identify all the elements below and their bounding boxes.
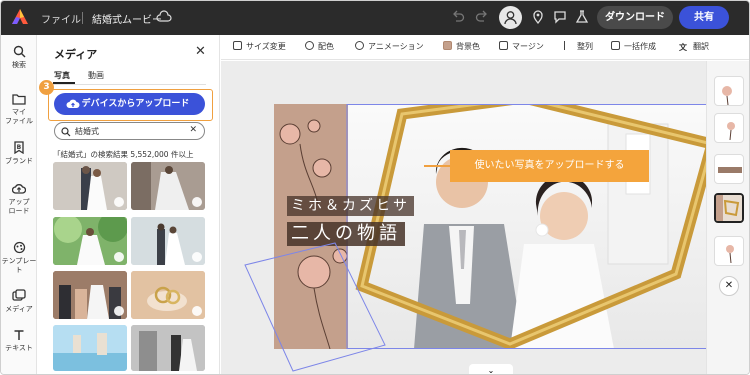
rail-label: テキスト bbox=[5, 344, 33, 352]
share-button[interactable]: 共有 bbox=[679, 6, 729, 29]
design-toolbar: サイズ変更 配色 アニメーション 背景色 マージン 整列 一括作成 文翻訳 bbox=[221, 35, 749, 60]
upload-cloud-icon bbox=[66, 99, 80, 108]
premium-badge-icon bbox=[192, 306, 202, 316]
template-icon bbox=[13, 241, 25, 254]
rail-item-my-files[interactable]: マイ ファイル bbox=[1, 93, 37, 126]
photo-thumbnail[interactable] bbox=[131, 217, 205, 265]
comment-icon[interactable] bbox=[553, 9, 567, 25]
upload-icon bbox=[12, 184, 26, 194]
rotated-selection-outline bbox=[244, 242, 386, 372]
scene-strip: ✕ bbox=[706, 61, 749, 374]
rail-item-template[interactable]: テンプレート bbox=[1, 241, 37, 275]
tab-videos[interactable]: 動画 bbox=[88, 70, 104, 81]
upload-from-device-button[interactable]: デバイスからアップロード bbox=[54, 93, 205, 115]
tab-photos[interactable]: 写真 bbox=[54, 70, 70, 81]
search-icon bbox=[61, 127, 71, 137]
scene-preview-image bbox=[727, 122, 735, 141]
redo-icon[interactable] bbox=[475, 9, 489, 25]
tool-translate[interactable]: 文翻訳 bbox=[679, 41, 709, 52]
scene-thumbnail[interactable] bbox=[714, 154, 744, 184]
tool-bulk-create[interactable]: 一括作成 bbox=[611, 41, 656, 52]
beach-wedding-image bbox=[53, 325, 127, 371]
rail-item-brand[interactable]: B ブランド bbox=[1, 141, 37, 166]
photo-thumbnail[interactable] bbox=[53, 162, 127, 210]
tool-align[interactable]: 整列 bbox=[564, 41, 593, 52]
rail-item-search[interactable]: 検索 bbox=[1, 45, 37, 70]
flask-icon[interactable] bbox=[575, 9, 589, 25]
tool-background-color[interactable]: 背景色 bbox=[443, 41, 480, 52]
premium-badge-icon bbox=[192, 252, 202, 262]
photo-thumbnail[interactable] bbox=[53, 271, 127, 319]
rail-label: 検索 bbox=[12, 61, 26, 69]
rail-label: ブランド bbox=[5, 157, 33, 165]
callout-connector bbox=[424, 165, 450, 167]
download-button[interactable]: ダウンロード bbox=[597, 6, 673, 29]
tool-resize[interactable]: サイズ変更 bbox=[233, 41, 286, 52]
photo-thumbnail[interactable] bbox=[53, 325, 127, 371]
rail-label: マイ ファイル bbox=[5, 108, 33, 125]
step-number-badge: 3 bbox=[39, 80, 54, 95]
search-query: 結婚式 bbox=[75, 127, 99, 136]
file-menu[interactable]: ファイル bbox=[41, 11, 81, 26]
text-icon bbox=[14, 330, 24, 340]
folder-icon bbox=[12, 94, 26, 105]
search-result-count: 「結婚式」の検索結果 5,552,000 件以上 bbox=[53, 150, 194, 159]
scene-thumbnail[interactable] bbox=[714, 76, 744, 106]
design-names-text[interactable]: ミホ＆カズヒサ bbox=[287, 196, 414, 216]
scene-thumbnail[interactable] bbox=[714, 236, 744, 266]
timeline-toggle[interactable]: ⌄ bbox=[469, 364, 513, 375]
tab-active-indicator bbox=[53, 82, 75, 84]
svg-text:B: B bbox=[17, 144, 22, 151]
upload-instruction-callout: 使いたい写真をアップロードする bbox=[450, 150, 649, 182]
close-icon[interactable]: ✕ bbox=[719, 276, 739, 296]
premium-badge-icon bbox=[114, 197, 124, 207]
photo-thumbnail[interactable] bbox=[53, 217, 127, 265]
upload-button-label: デバイスからアップロード bbox=[81, 99, 190, 109]
rail-label: メディア bbox=[5, 305, 33, 313]
top-bar: ファイル 結婚式ムービー ダウンロード 共有 bbox=[1, 1, 749, 35]
tab-divider bbox=[53, 84, 206, 85]
rail-item-text[interactable]: テキスト bbox=[1, 329, 37, 353]
rail-label: テンプレート bbox=[1, 257, 37, 274]
scene-thumbnail[interactable] bbox=[714, 113, 744, 143]
photo-thumbnail[interactable] bbox=[131, 325, 205, 371]
close-icon[interactable]: ✕ bbox=[195, 44, 206, 59]
app-logo-icon[interactable] bbox=[11, 8, 29, 26]
undo-icon[interactable] bbox=[451, 9, 465, 25]
scene-thumbnail-active[interactable] bbox=[714, 193, 744, 223]
left-rail: 検索 マイ ファイル B ブランド アップ ロード テンプレート メディア テキ… bbox=[1, 35, 37, 374]
user-icon bbox=[504, 11, 517, 25]
premium-badge-icon bbox=[114, 306, 124, 316]
photo-thumbnail[interactable] bbox=[131, 162, 205, 210]
rail-label: アップ ロード bbox=[8, 198, 30, 215]
clear-search-icon[interactable]: ✕ bbox=[189, 125, 197, 135]
media-icon bbox=[12, 289, 26, 301]
chapel-wedding-image bbox=[131, 325, 205, 371]
premium-badge-icon bbox=[114, 252, 124, 262]
premium-badge-icon bbox=[192, 197, 202, 207]
rail-item-media[interactable]: メディア bbox=[1, 289, 37, 314]
search-icon bbox=[13, 45, 25, 58]
scene-preview-image bbox=[726, 245, 734, 264]
canvas-area: ミホ＆カズヒサ 二人の物語 使いたい写真をアップロードする ⌄ bbox=[221, 61, 708, 375]
project-title[interactable]: 結婚式ムービー bbox=[92, 11, 162, 26]
tool-margin[interactable]: マージン bbox=[499, 41, 544, 52]
tool-color-scheme[interactable]: 配色 bbox=[305, 41, 334, 52]
scene-preview-image bbox=[722, 86, 732, 105]
panel-title: メディア bbox=[54, 48, 98, 61]
search-input[interactable]: 結婚式 ✕ bbox=[54, 122, 205, 140]
scene-preview-image bbox=[716, 195, 742, 221]
user-avatar[interactable] bbox=[499, 6, 522, 29]
photo-thumbnail[interactable] bbox=[131, 271, 205, 319]
scene-preview-image bbox=[718, 167, 742, 173]
cloud-save-icon bbox=[156, 10, 172, 22]
app-window: ファイル 結婚式ムービー ダウンロード 共有 検索 マイ ファイル B ブランド… bbox=[0, 0, 750, 375]
media-panel: メディア ✕ 写真 動画 デバイスからアップロード 結婚式 ✕ 「結婚式」の検索… bbox=[38, 35, 220, 374]
location-pin-icon[interactable] bbox=[531, 9, 545, 25]
divider bbox=[82, 12, 83, 24]
tool-animation[interactable]: アニメーション bbox=[355, 41, 424, 52]
rail-item-upload[interactable]: アップ ロード bbox=[1, 183, 37, 216]
chevron-down-icon: ⌄ bbox=[487, 366, 495, 375]
brand-icon: B bbox=[14, 141, 24, 154]
